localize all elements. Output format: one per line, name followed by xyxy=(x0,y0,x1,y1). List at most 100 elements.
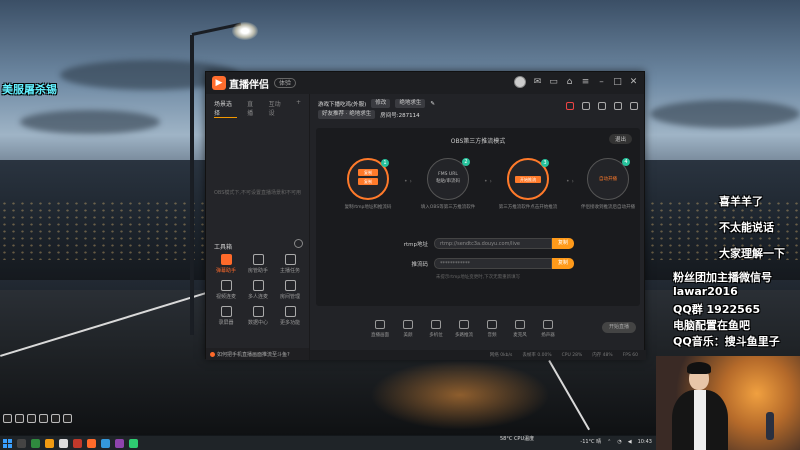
status-item: FPS 60 xyxy=(622,352,638,358)
video-icon xyxy=(220,280,232,291)
tool-room-manage[interactable]: 房间管理 xyxy=(274,280,306,300)
step-number: 4 xyxy=(622,158,630,166)
brush-icon[interactable] xyxy=(15,414,24,423)
overlay-info: 粉丝团加主播微信号 xyxy=(673,271,772,284)
add-scene-icon[interactable]: + xyxy=(296,99,301,118)
app-logo-icon: ▶ xyxy=(212,76,226,90)
weather-text: -11°C 晴 xyxy=(580,439,602,445)
toolbox-settings-icon[interactable] xyxy=(294,239,303,248)
clock[interactable]: 10:43 xyxy=(638,439,652,445)
recommend-pill[interactable]: 好友推荐 · 绝地求生 xyxy=(318,110,376,119)
screen-icon[interactable]: ▭ xyxy=(549,77,558,87)
record-icon[interactable] xyxy=(598,102,606,110)
app-icon[interactable] xyxy=(73,438,82,448)
exit-button[interactable]: 退出 xyxy=(608,134,632,144)
message-icon[interactable]: ✉ xyxy=(533,77,542,87)
menu-icon[interactable]: ≡ xyxy=(581,77,590,87)
tool-label: 房间管理 xyxy=(279,294,300,300)
edit-icon[interactable]: ✎ xyxy=(430,101,435,107)
webcam-overlay xyxy=(656,356,800,450)
tool-video-link[interactable]: 视频连麦 xyxy=(210,280,242,300)
tool-recorder[interactable]: 录屏器 xyxy=(210,306,242,326)
obs-panel: OBS第三方推流模式 退出 1 复制 复制 复制rtmp地址和推流码 • › 2… xyxy=(316,128,640,306)
version-badge[interactable]: 体验 xyxy=(274,78,297,88)
tool-audio-button[interactable]: 音频 xyxy=(480,320,504,338)
overlay-info: QQ群 1922565 xyxy=(673,303,761,316)
folder-icon[interactable] xyxy=(45,438,54,448)
close-icon[interactable]: ✕ xyxy=(629,77,638,87)
stream-key-input[interactable]: ************ xyxy=(434,258,552,269)
gift-icon[interactable] xyxy=(566,102,574,110)
avatar[interactable] xyxy=(514,76,526,88)
tab-interact[interactable]: 互动设 xyxy=(269,99,286,118)
gear-icon[interactable] xyxy=(63,414,72,423)
copy-rtmp-button[interactable]: 复制 xyxy=(552,238,574,249)
settings-icon[interactable] xyxy=(51,414,60,423)
category-pill[interactable]: 绝地求生 xyxy=(395,99,426,108)
app-icon[interactable] xyxy=(101,438,110,448)
tip-text: 如何把手机直播画面推流至斗鱼? xyxy=(217,352,290,358)
bottom-toolbar: 直播画面 美颜 多机位 多路推流 音频 麦克风 扬声器 开始直播 xyxy=(310,316,646,346)
app-icon[interactable] xyxy=(115,438,124,448)
tool-label: 房管助手 xyxy=(247,268,268,274)
tool-multi-link[interactable]: 多人连麦 xyxy=(242,280,274,300)
network-icon[interactable]: ◔ xyxy=(617,439,621,445)
phone-stream-tip[interactable]: 如何把手机直播画面推流至斗鱼? xyxy=(206,348,309,360)
tool-multicam-button[interactable]: 多机位 xyxy=(424,320,448,338)
person-icon xyxy=(252,254,264,265)
tool-data-center[interactable]: 数据中心 xyxy=(242,306,274,326)
text-icon[interactable] xyxy=(3,414,12,423)
toolbox-grid: 弹幕助手 房管助手 主播任务 视频连麦 多人连麦 房间管理 录屏器 数据中心 更… xyxy=(210,254,306,326)
tool-label: 录屏器 xyxy=(218,320,234,326)
person-hair xyxy=(687,362,711,374)
search-icon[interactable] xyxy=(17,438,26,448)
tool-label: 数据中心 xyxy=(247,320,268,326)
street-lamp xyxy=(190,35,194,335)
volume-icon[interactable]: ◀ xyxy=(628,439,632,445)
live-app-icon[interactable] xyxy=(87,438,96,448)
screen-icon[interactable] xyxy=(582,102,590,110)
edit-button[interactable]: 修改 xyxy=(371,99,391,108)
tool-task[interactable]: 主播任务 xyxy=(274,254,306,274)
tab-scene[interactable]: 场景选择 xyxy=(214,99,238,118)
tool-more[interactable]: 更多功能 xyxy=(274,306,306,326)
tool-label: 主播任务 xyxy=(279,268,300,274)
windows-start-icon[interactable] xyxy=(3,438,12,448)
tool-multistream-button[interactable]: 多路推流 xyxy=(452,320,476,338)
tool-beauty-button[interactable]: 美颜 xyxy=(396,320,420,338)
share-icon[interactable] xyxy=(630,102,638,110)
room-number: 房间号:287114 xyxy=(380,112,420,119)
gift-icon[interactable]: ⌂ xyxy=(565,77,574,87)
step-2: 2 FMS URL 粘贴/串流码 填入OBS等第三方推流软件 xyxy=(418,158,478,211)
obs-title: OBS第三方推流模式 xyxy=(450,138,506,145)
maximize-icon[interactable]: □ xyxy=(613,77,622,87)
tray-icon[interactable]: ⌃ xyxy=(607,439,611,445)
minimize-icon[interactable]: – xyxy=(597,77,606,87)
overlay-line: 不太能说话 xyxy=(719,221,774,234)
app-icon[interactable] xyxy=(129,438,138,448)
tool-mic-button[interactable]: 麦克风 xyxy=(508,320,532,338)
bell-icon[interactable] xyxy=(614,102,622,110)
tool-room-admin[interactable]: 房管助手 xyxy=(242,254,274,274)
chat-icon[interactable] xyxy=(39,414,48,423)
copy-key-button[interactable]: 复制 xyxy=(552,258,574,269)
tool-danmu[interactable]: 弹幕助手 xyxy=(210,254,242,274)
tool-label: 美颜 xyxy=(403,333,413,338)
tool-label: 多路推流 xyxy=(455,333,473,338)
browser-icon[interactable] xyxy=(59,438,68,448)
toolbox-title: 工具箱 xyxy=(214,244,233,251)
overlay-line: 喜羊羊了 xyxy=(719,195,763,208)
rtmp-input[interactable]: rtmp://sendtc3a.douyu.com/live xyxy=(434,238,552,249)
tool-screen-button[interactable]: 直播画面 xyxy=(368,320,392,338)
cpu-temp: 58°C CPU温度 xyxy=(500,436,535,442)
tool-speaker-button[interactable]: 扬声器 xyxy=(536,320,560,338)
step-desc: 伴侣接收到推流后自动开播 xyxy=(581,205,635,210)
main-panel: 游戏下播吃鸡(外服) 修改 绝地求生 ✎ 好友推荐 · 绝地求生 房间号:287… xyxy=(310,94,646,360)
play-icon xyxy=(459,320,469,329)
step-copy-button: 复制 xyxy=(358,178,378,185)
music-icon[interactable] xyxy=(27,414,36,423)
tab-live[interactable]: 直播 xyxy=(247,99,259,118)
app-name: 直播伴侣 xyxy=(229,79,269,91)
app-icon[interactable] xyxy=(31,438,40,448)
start-live-button[interactable]: 开始直播 xyxy=(602,322,636,333)
